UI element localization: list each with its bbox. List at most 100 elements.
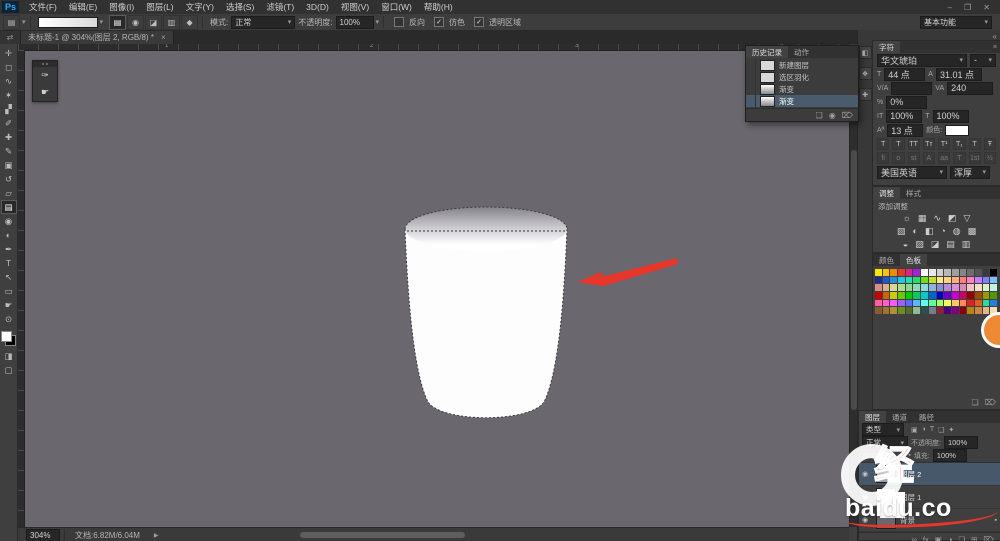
swatch[interactable]	[951, 284, 959, 292]
swatch[interactable]	[944, 299, 951, 307]
history-step[interactable]: 渐变	[746, 83, 858, 95]
swatch[interactable]	[936, 276, 944, 284]
anti-alias-select[interactable]: 浑厚 ▾	[950, 165, 990, 179]
swatch[interactable]	[990, 276, 997, 284]
menu-item[interactable]: 视图(V)	[335, 1, 375, 14]
new-snapshot-icon[interactable]: ◉	[829, 111, 836, 120]
gradient-map-icon[interactable]: ▤	[946, 239, 955, 250]
clone-stamp-tool[interactable]: ▣	[1, 158, 17, 172]
hue-saturation-icon[interactable]: ▧	[897, 226, 906, 237]
layer-thumbnail[interactable]	[876, 488, 896, 506]
swatch[interactable]	[936, 299, 944, 307]
swatch[interactable]	[890, 269, 898, 276]
swatch[interactable]	[928, 276, 936, 284]
stylistic-alternates-button[interactable]: aa	[938, 152, 951, 164]
visibility-eye-icon[interactable]: ◉	[862, 470, 872, 478]
swatch[interactable]	[967, 269, 974, 276]
swatch[interactable]	[921, 276, 928, 284]
new-swatch-icon[interactable]: ❏	[972, 398, 979, 407]
superscript-button[interactable]: T¹	[938, 138, 951, 150]
angle-gradient-button[interactable]: ◪	[145, 14, 163, 30]
radial-gradient-button[interactable]: ◉	[127, 14, 145, 30]
horizontal-scale-input[interactable]: 100%	[932, 109, 969, 123]
filter-shape-icon[interactable]: ❑	[938, 426, 944, 434]
swatch[interactable]	[898, 292, 905, 299]
text-color-swatch[interactable]	[945, 124, 970, 136]
dither-checkbox[interactable]: ✓	[434, 17, 445, 27]
faux-italic-button[interactable]: T	[892, 138, 905, 150]
crop-tool[interactable]: ▞	[1, 102, 17, 116]
baseline-shift-input[interactable]: 13 点	[887, 123, 924, 137]
discretionary-ligatures-button[interactable]: st	[907, 152, 920, 164]
kerning-input[interactable]	[891, 81, 933, 95]
swatch[interactable]	[928, 307, 936, 315]
healing-brush-tool[interactable]: ✚	[1, 130, 17, 144]
quick-selection-tool[interactable]: ✶	[1, 88, 17, 102]
swatch[interactable]	[982, 307, 990, 315]
menu-item[interactable]: 文字(Y)	[180, 1, 220, 14]
swatch[interactable]	[990, 284, 997, 292]
swatch[interactable]	[921, 299, 928, 307]
layers-opacity-input[interactable]: 100%	[943, 436, 978, 449]
posterize-icon[interactable]: ▨	[915, 239, 924, 250]
layer-style-icon[interactable]: fx	[923, 535, 929, 541]
swatch[interactable]	[928, 292, 936, 299]
tab-switch-button[interactable]: ⇄	[0, 31, 21, 44]
gradient-preview[interactable]	[37, 16, 98, 28]
swatch[interactable]	[875, 307, 882, 315]
swatch[interactable]	[928, 299, 936, 307]
swatch[interactable]	[890, 284, 898, 292]
swatch[interactable]	[936, 284, 944, 292]
opacity-input[interactable]: 100%	[335, 15, 374, 29]
diamond-gradient-button[interactable]: ◆	[181, 14, 199, 30]
swatch[interactable]	[990, 269, 997, 276]
swatch[interactable]	[928, 284, 936, 292]
history-step[interactable]: 渐变	[746, 95, 858, 107]
swatch[interactable]	[951, 292, 959, 299]
filter-type-icon[interactable]: T	[930, 426, 934, 434]
font-size-input[interactable]: 44 点	[884, 67, 926, 81]
shape-tool[interactable]: ▭	[1, 284, 17, 298]
swatch[interactable]	[905, 269, 913, 276]
swatch[interactable]	[959, 292, 967, 299]
swatch[interactable]	[898, 276, 905, 284]
channel-mixer-icon[interactable]: ◍	[953, 226, 961, 237]
swatch[interactable]	[921, 307, 928, 315]
collapsed-panel-icon-1[interactable]: ◧	[858, 46, 872, 59]
type-tool[interactable]: T	[1, 256, 17, 270]
tab-character[interactable]: 字符	[873, 41, 900, 53]
reflected-gradient-button[interactable]: ▥	[163, 14, 181, 30]
swatch[interactable]	[951, 299, 959, 307]
swash-button[interactable]: A	[922, 152, 935, 164]
workspace-select[interactable]: 基本功能 ▾	[920, 15, 992, 29]
proportional-spacing-input[interactable]: 0%	[886, 95, 928, 109]
swatch[interactable]	[936, 307, 944, 315]
vibrance-icon[interactable]: ▽	[963, 213, 970, 224]
layer-filter-select[interactable]: 类型 ▾	[862, 423, 904, 436]
color-swatch-control[interactable]	[1, 331, 16, 346]
layer-thumbnail[interactable]	[876, 465, 896, 483]
adjustment-layer-icon[interactable]: ◑	[948, 535, 953, 541]
swatch[interactable]	[967, 292, 974, 299]
filter-adjustment-icon[interactable]: ◑	[922, 426, 926, 434]
swatch[interactable]	[875, 292, 882, 299]
tab-channels[interactable]: 通道	[886, 411, 913, 423]
swatch[interactable]	[905, 292, 913, 299]
swatch[interactable]	[982, 269, 990, 276]
swatch[interactable]	[882, 284, 890, 292]
quick-mask-button[interactable]: ◨	[1, 349, 17, 363]
font-family-select[interactable]: 华文琥珀 ▾	[877, 53, 967, 67]
leading-input[interactable]: 31.01 点	[935, 67, 982, 81]
history-step[interactable]: 新建图层	[746, 59, 858, 71]
ordinals-button[interactable]: 1st	[968, 152, 981, 164]
collapsed-panel-icon-2[interactable]: ❖	[858, 67, 872, 80]
all-caps-button[interactable]: TT	[907, 138, 920, 150]
swatch[interactable]	[974, 284, 982, 292]
swatch[interactable]	[967, 276, 974, 284]
swatch[interactable]	[890, 292, 898, 299]
tab-actions[interactable]: 动作	[788, 46, 815, 58]
swatch[interactable]	[898, 299, 905, 307]
restore-button[interactable]: ❐	[964, 3, 971, 12]
link-layers-icon[interactable]: ∞	[912, 535, 917, 541]
invert-icon[interactable]: ◒	[903, 239, 908, 250]
